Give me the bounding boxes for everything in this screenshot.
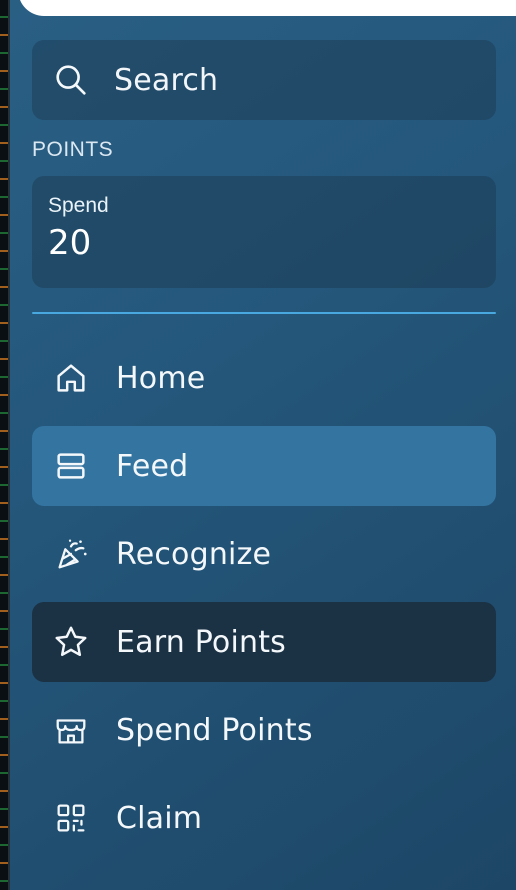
- sidebar-item-label: Spend Points: [116, 712, 313, 748]
- search-label: Search: [114, 62, 219, 98]
- sidebar-item-home[interactable]: Home: [32, 338, 496, 418]
- sidebar-item-recognize[interactable]: Recognize: [32, 514, 496, 594]
- sidebar-nav: Home Feed Recognize Earn Points Spend Po…: [32, 338, 496, 858]
- store-icon: [52, 711, 90, 749]
- spend-value: 20: [48, 223, 92, 263]
- points-section-title: POINTS: [32, 138, 114, 161]
- star-icon: [52, 623, 90, 661]
- sidebar-item-label: Claim: [116, 800, 203, 836]
- party-popper-icon: [52, 535, 90, 573]
- spend-label: Spend: [48, 194, 109, 217]
- sidebar-divider: [32, 312, 496, 314]
- qr-code-icon: [52, 799, 90, 837]
- sidebar-item-label: Home: [116, 360, 206, 396]
- sidebar-item-label: Recognize: [116, 536, 272, 572]
- sidebar-item-label: Earn Points: [116, 624, 287, 660]
- top-white-card: [18, 0, 516, 16]
- sidebar: Search POINTS Spend 20 Home Feed Recogni…: [10, 0, 516, 890]
- sidebar-item-claim[interactable]: Claim: [32, 778, 496, 858]
- search-button[interactable]: Search: [32, 40, 496, 120]
- spend-points-card: Spend 20: [32, 176, 496, 288]
- sidebar-item-spend-points[interactable]: Spend Points: [32, 690, 496, 770]
- app-screen: Search POINTS Spend 20 Home Feed Recogni…: [0, 0, 516, 890]
- left-window-strip: [0, 0, 10, 890]
- feed-icon: [52, 447, 90, 485]
- search-icon: [52, 61, 90, 99]
- sidebar-item-label: Feed: [116, 448, 189, 484]
- sidebar-item-earn-points[interactable]: Earn Points: [32, 602, 496, 682]
- sidebar-item-feed[interactable]: Feed: [32, 426, 496, 506]
- home-icon: [52, 359, 90, 397]
